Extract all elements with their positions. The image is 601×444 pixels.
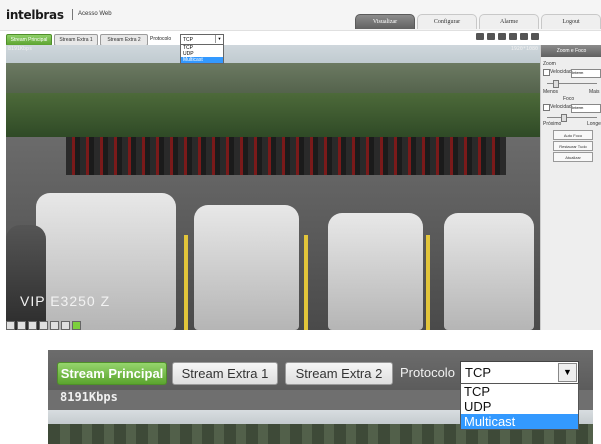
parking-line xyxy=(304,235,308,330)
network-icon[interactable] xyxy=(61,321,70,330)
detail-protocol-option-multicast[interactable]: Multicast xyxy=(461,414,578,429)
stream-icon[interactable] xyxy=(50,321,59,330)
zoomed-toolbar-detail: Stream Principal Stream Extra 1 Stream E… xyxy=(48,350,593,444)
zoom-slider-handle[interactable] xyxy=(553,80,559,88)
chevron-down-icon[interactable]: ▼ xyxy=(558,363,577,382)
detail-bitrate-readout: 8191Kbps xyxy=(60,390,118,404)
ratio-icon[interactable] xyxy=(17,321,26,330)
detail-protocol-option-udp[interactable]: UDP xyxy=(461,399,578,414)
tab-configurar[interactable]: Configurar xyxy=(417,14,477,29)
panel-title: Zoom e Foco xyxy=(541,45,601,57)
zoom-focus-panel: Zoom e Foco Zoom Velocidade Interm Menos… xyxy=(540,45,601,330)
zoom-icon[interactable] xyxy=(6,321,15,330)
video-tool-icons xyxy=(476,33,540,43)
zoom-less-label: Menos xyxy=(543,89,559,95)
detail-protocol-dropdown: TCP UDP Multicast xyxy=(460,383,579,430)
scene-car xyxy=(194,205,299,330)
fullscreen-icon[interactable] xyxy=(498,33,506,40)
scene-motorcycles xyxy=(66,137,506,175)
zoom-label: Zoom xyxy=(543,61,556,67)
detail-stream-principal-button[interactable]: Stream Principal xyxy=(57,362,167,385)
tab-visualizar[interactable]: Visualizar xyxy=(355,14,415,29)
scene-car xyxy=(444,213,534,330)
focus-label: Foco xyxy=(563,96,575,102)
protocol-value: TCP xyxy=(183,37,193,43)
detail-stream-extra-1-button[interactable]: Stream Extra 1 xyxy=(172,362,278,385)
stream-toolbar: Stream Principal Stream Extra 1 Stream E… xyxy=(6,33,540,64)
scene-car xyxy=(36,193,176,330)
video-feed[interactable]: 8191Kbps 1920*1080 VIP E3250 Z xyxy=(6,45,540,330)
main-nav: Visualizar Configurar Alarme Logout xyxy=(353,14,601,30)
auto-focus-button[interactable]: Auto Foco xyxy=(553,130,593,140)
web-title: Acesso Web xyxy=(78,11,112,17)
record-icon[interactable] xyxy=(487,33,495,40)
tab-alarme[interactable]: Alarme xyxy=(479,14,539,29)
zoom-speed-checkbox[interactable] xyxy=(543,69,550,76)
audio-icon[interactable] xyxy=(531,33,539,40)
grid-icon[interactable] xyxy=(28,321,37,330)
protocol-option-multicast[interactable]: Multicast xyxy=(181,57,223,63)
detail-protocol-label: Protocolo xyxy=(400,365,455,380)
brand-logo: intelbras xyxy=(6,8,64,22)
camera-icon[interactable] xyxy=(520,33,528,40)
zoom-speed-select[interactable]: Interm xyxy=(571,69,601,78)
focus-far-label: Longe xyxy=(587,121,601,127)
parking-line xyxy=(184,235,188,330)
display-icon[interactable] xyxy=(39,321,48,330)
focus-speed-checkbox[interactable] xyxy=(543,104,550,111)
scene-car xyxy=(328,213,423,330)
refresh-button[interactable]: Atualizar xyxy=(553,152,593,162)
camera-model-label: VIP E3250 Z xyxy=(20,293,111,309)
tab-logout[interactable]: Logout xyxy=(541,14,601,29)
detail-protocol-select[interactable]: TCP ▼ xyxy=(460,361,579,384)
active-mode-icon[interactable] xyxy=(72,321,81,330)
zoom-slider[interactable] xyxy=(547,80,597,88)
protocol-label: Protocolo xyxy=(150,36,172,42)
detail-protocol-value: TCP xyxy=(465,365,491,380)
ptz-icon[interactable] xyxy=(509,33,517,40)
header-bar: intelbras Acesso Web Visualizar Configur… xyxy=(0,0,601,31)
detail-protocol-option-tcp[interactable]: TCP xyxy=(461,384,578,399)
focus-slider-handle[interactable] xyxy=(561,114,567,122)
restore-all-button[interactable]: Restaurar Tudo xyxy=(553,141,593,151)
focus-speed-select[interactable]: Interm xyxy=(571,104,601,113)
parking-line xyxy=(426,235,430,330)
protocol-dropdown: TCP UDP Multicast xyxy=(180,44,224,64)
zoom-more-label: Mais xyxy=(589,89,600,95)
chevron-down-icon[interactable]: ▼ xyxy=(215,35,223,43)
focus-near-label: Próximo xyxy=(543,121,562,127)
video-bottom-icons xyxy=(6,321,81,330)
resolution-readout: 1920*1080 xyxy=(510,46,538,52)
scene-trees xyxy=(6,93,540,137)
bitrate-readout: 8191Kbps xyxy=(8,46,33,52)
detail-stream-extra-2-button[interactable]: Stream Extra 2 xyxy=(285,362,393,385)
snapshot-icon[interactable] xyxy=(476,33,484,40)
web-interface: intelbras Acesso Web Visualizar Configur… xyxy=(0,0,601,331)
logo-divider xyxy=(72,9,73,20)
focus-slider[interactable] xyxy=(547,114,597,122)
scene-car xyxy=(6,225,46,330)
